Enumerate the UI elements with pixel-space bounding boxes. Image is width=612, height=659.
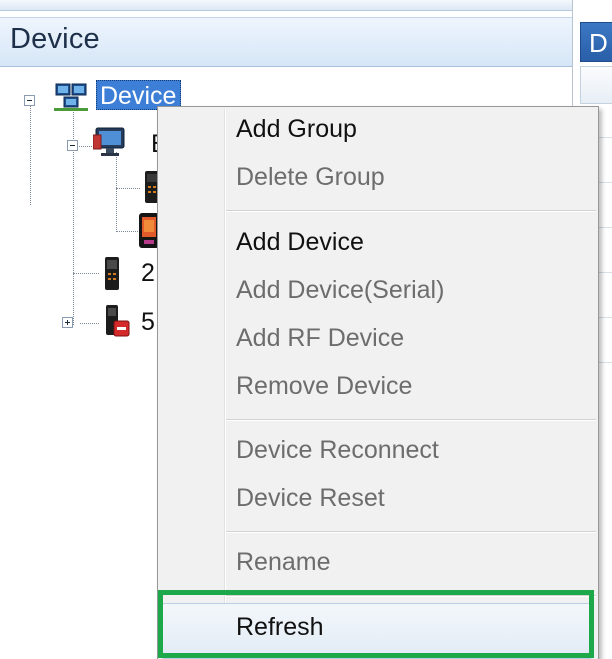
menu-separator — [226, 419, 596, 421]
menu-separator — [226, 210, 596, 212]
network-icon — [54, 83, 88, 111]
menu-item-rename[interactable]: Rename — [236, 548, 331, 577]
menu-separator — [226, 531, 596, 533]
monitor-icon — [93, 127, 125, 156]
terminal-device-icon — [105, 257, 119, 290]
menu-item-device-reset[interactable]: Device Reset — [236, 484, 385, 513]
tree-connector — [77, 146, 92, 147]
right-panel-tab[interactable]: D — [580, 22, 612, 62]
app-window: Device D Device 2 5 Add Group Delete Gro… — [0, 0, 612, 659]
tree-node-label[interactable]: 5 — [141, 308, 155, 337]
menu-item-add-group[interactable]: Add Group — [236, 115, 357, 144]
tree-connector — [80, 323, 99, 324]
tree-connector — [73, 103, 74, 325]
tree-connector — [116, 188, 140, 189]
menu-item-add-device[interactable]: Add Device — [236, 228, 364, 257]
menu-item-delete-group[interactable]: Delete Group — [236, 163, 385, 192]
tree-connector — [73, 273, 99, 274]
expand-icon[interactable] — [62, 317, 73, 328]
context-menu: Add Group Delete Group Add Device Add De… — [157, 106, 599, 659]
tree-node-label[interactable]: 2 — [141, 259, 155, 288]
menu-icon-gutter-highlight — [225, 109, 226, 659]
offline-device-icon — [106, 305, 130, 337]
panel-top-edge — [0, 0, 572, 11]
tree-connector — [30, 103, 31, 205]
tree-connector — [116, 231, 140, 232]
collapse-icon[interactable] — [24, 95, 35, 106]
right-panel-subheader — [580, 66, 612, 104]
collapse-icon[interactable] — [67, 140, 78, 151]
menu-item-add-rf-device[interactable]: Add RF Device — [236, 324, 404, 353]
menu-item-add-device-serial[interactable]: Add Device(Serial) — [236, 276, 444, 305]
tree-connector — [116, 152, 117, 232]
menu-item-remove-device[interactable]: Remove Device — [236, 372, 412, 401]
device-panel-title: Device — [10, 23, 100, 55]
refresh-highlight-box — [158, 590, 594, 658]
menu-item-device-reconnect[interactable]: Device Reconnect — [236, 436, 439, 465]
